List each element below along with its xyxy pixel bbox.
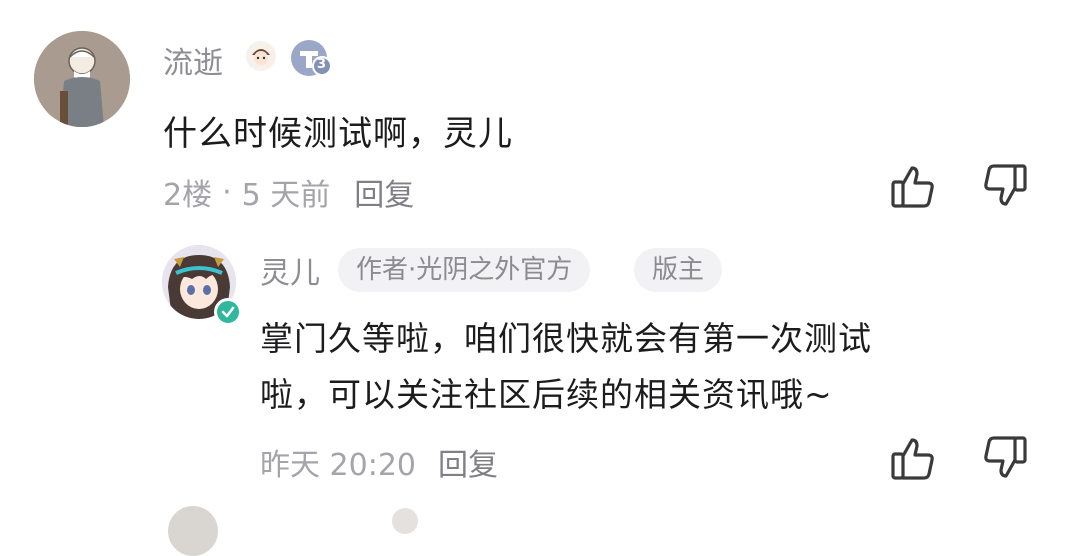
level-number: 3 [317, 57, 327, 72]
verified-icon [214, 298, 242, 326]
reply-button[interactable]: 回复 [354, 170, 414, 214]
author-tag: 作者·光阴之外官方 [338, 248, 591, 292]
commenter-avatar[interactable] [34, 31, 130, 127]
reply-button[interactable]: 回复 [438, 440, 498, 484]
thumbs-down-icon[interactable] [980, 434, 1028, 482]
reply-text-line2: 啦，可以关注社区后续的相关资讯哦~ [260, 375, 833, 414]
elder-avatar-icon [34, 31, 130, 127]
meta-separator: · [222, 174, 232, 210]
thumbs-up-icon[interactable] [890, 162, 938, 210]
replier-username[interactable]: 灵儿 [260, 248, 320, 292]
comment-time: 5 天前 [241, 178, 331, 213]
next-comment-badge-icon [392, 508, 418, 534]
thumbs-up-icon[interactable] [890, 434, 938, 482]
thumbs-down-icon[interactable] [980, 162, 1028, 210]
emoji-badge-icon [246, 41, 276, 71]
reply-text-line1: 掌门久等啦，咱们很快就会有第一次测试 [260, 319, 872, 358]
comment-text: 什么时候测试啊，灵儿 [163, 114, 513, 154]
floor-number: 2楼 [163, 178, 213, 213]
commenter-username[interactable]: 流逝 [163, 38, 223, 82]
moderator-tag: 版主 [634, 248, 723, 292]
reply-time: 昨天 20:20 [260, 448, 416, 483]
reply-meta: 昨天 20:20 回复 [260, 440, 498, 484]
comment-meta: 2楼 · 5 天前 回复 [163, 170, 414, 214]
level-badge-icon: 3 [289, 38, 332, 78]
